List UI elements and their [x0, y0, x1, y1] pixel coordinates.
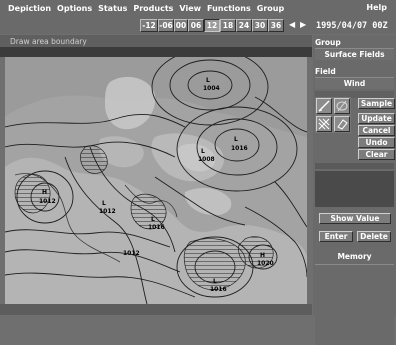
- menu-group[interactable]: Group: [254, 4, 287, 13]
- menu-status[interactable]: Status: [95, 4, 130, 13]
- pencil-icon: [318, 100, 330, 112]
- enter-button[interactable]: Enter: [319, 231, 353, 242]
- pressure-label: 1012: [39, 198, 56, 205]
- time-button-18[interactable]: 18: [220, 19, 236, 32]
- memory-label: Memory: [337, 252, 372, 261]
- update-button[interactable]: Update: [358, 113, 395, 124]
- delete-button[interactable]: Delete: [357, 231, 391, 242]
- time-button-minus-12[interactable]: -12: [140, 19, 158, 32]
- field-label: Field: [315, 67, 336, 76]
- pressure-label: 1016: [231, 145, 248, 152]
- draw-line-tool[interactable]: [316, 98, 332, 114]
- pressure-label: 1016: [210, 286, 227, 293]
- pressure-label: 1012: [123, 250, 140, 257]
- menu-bar: Depiction Options Status Products View F…: [0, 0, 396, 17]
- status-line: Draw area boundary: [0, 35, 312, 47]
- clear-button[interactable]: Clear: [358, 149, 395, 160]
- value-display: [315, 171, 394, 207]
- pressure-label: 1012: [99, 208, 116, 215]
- weather-map-svg[interactable]: L 1004 L 1016 H 1012 L 1008 L 1012 L 101…: [5, 57, 307, 304]
- undo-button[interactable]: Undo: [358, 137, 395, 148]
- center-label: L: [234, 136, 238, 143]
- center-label: L: [201, 148, 205, 155]
- menu-functions[interactable]: Functions: [204, 4, 254, 13]
- time-button-06[interactable]: 06: [188, 19, 204, 32]
- pressure-label: 1016: [148, 224, 165, 231]
- time-bar: -12 -06 00 06 12 18 24 30 36 ◀ ▶ 1995/04…: [0, 17, 396, 34]
- weather-map[interactable]: L 1004 L 1016 H 1012 L 1008 L 1012 L 101…: [5, 57, 307, 304]
- status-message: Draw area boundary: [10, 37, 87, 46]
- control-panel: Group Surface Fields Field Wind Sample U…: [313, 35, 396, 345]
- center-label: L: [151, 216, 155, 223]
- time-button-minus-06[interactable]: -06: [158, 19, 174, 32]
- memory-area: [315, 264, 394, 345]
- time-button-24[interactable]: 24: [236, 19, 252, 32]
- center-label: L: [102, 200, 106, 207]
- pressure-label: 1008: [198, 156, 215, 163]
- hatch-tool[interactable]: [316, 116, 332, 132]
- show-value-button[interactable]: Show Value: [319, 213, 391, 224]
- cancel-button[interactable]: Cancel: [358, 125, 395, 136]
- center-label: H: [42, 189, 47, 196]
- time-button-30[interactable]: 30: [252, 19, 268, 32]
- field-value[interactable]: Wind: [315, 77, 394, 89]
- map-bottom-strip: [0, 304, 312, 315]
- drawing-tools: [315, 97, 351, 133]
- time-button-36[interactable]: 36: [268, 19, 284, 32]
- pressure-label: 1004: [203, 85, 220, 92]
- panel-divider: [315, 163, 394, 169]
- area-icon: [336, 100, 348, 112]
- group-label: Group: [315, 38, 341, 47]
- menu-view[interactable]: View: [176, 4, 204, 13]
- group-value[interactable]: Surface Fields: [315, 48, 394, 60]
- next-time-arrow-icon[interactable]: ▶: [300, 20, 306, 29]
- previous-time-arrow-icon[interactable]: ◀: [289, 20, 295, 29]
- menu-products[interactable]: Products: [130, 4, 176, 13]
- draw-area-tool[interactable]: [334, 98, 350, 114]
- valid-datetime: 1995/04/07 00Z: [316, 21, 388, 31]
- center-label: H: [260, 252, 265, 259]
- center-label: L: [213, 278, 217, 285]
- hatch-icon: [318, 118, 330, 130]
- eraser-icon: [337, 119, 348, 130]
- time-button-12[interactable]: 12: [204, 19, 220, 32]
- menu-depiction[interactable]: Depiction: [5, 4, 54, 13]
- pressure-label: 1020: [257, 260, 274, 267]
- sample-button[interactable]: Sample: [358, 98, 395, 109]
- time-button-00[interactable]: 00: [174, 19, 188, 32]
- menu-help[interactable]: Help: [363, 3, 390, 12]
- eraser-tool[interactable]: [334, 116, 350, 132]
- menu-options[interactable]: Options: [54, 4, 95, 13]
- center-label: L: [206, 77, 210, 84]
- map-top-strip: [0, 47, 312, 57]
